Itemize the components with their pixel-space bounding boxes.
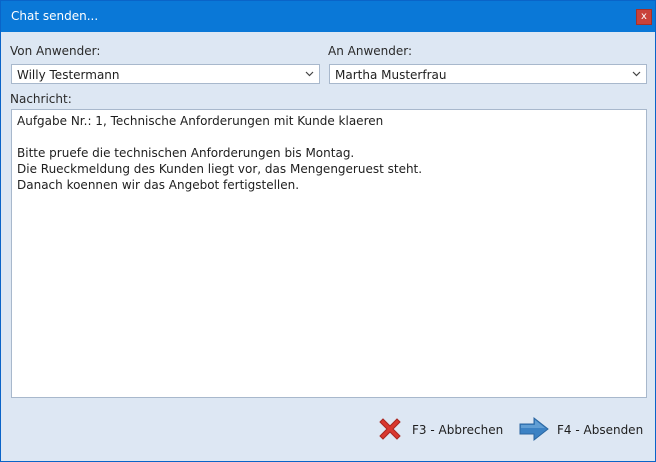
send-button-label: F4 - Absenden — [557, 423, 644, 437]
chat-dialog: Chat senden... x Von Anwender: Willy Tes… — [0, 0, 656, 462]
window-title: Chat senden... — [11, 9, 99, 23]
message-line — [17, 129, 641, 145]
to-user-value: Martha Musterfrau — [335, 68, 447, 82]
to-user-select[interactable]: Martha Musterfrau — [329, 64, 647, 84]
close-button[interactable]: x — [636, 9, 652, 25]
from-user-select[interactable]: Willy Testermann — [11, 64, 320, 84]
message-line: Die Rueckmeldung des Kunden liegt vor, d… — [17, 162, 423, 176]
from-user-value: Willy Testermann — [17, 68, 120, 82]
message-label: Nachricht: — [10, 92, 72, 106]
blue-arrow-right-icon — [519, 416, 549, 442]
chevron-down-icon — [632, 71, 641, 77]
message-textarea[interactable]: Aufgabe Nr.: 1, Technische Anforderungen… — [11, 109, 647, 398]
cancel-button-label: F3 - Abbrechen — [412, 423, 504, 437]
from-user-label: Von Anwender: — [10, 44, 101, 58]
cancel-button[interactable]: F3 - Abbrechen — [376, 415, 504, 445]
red-x-icon — [379, 418, 401, 440]
message-line: Aufgabe Nr.: 1, Technische Anforderungen… — [17, 114, 384, 128]
to-user-label: An Anwender: — [328, 44, 413, 58]
title-bar[interactable]: Chat senden... x — [1, 1, 655, 32]
send-button[interactable]: F4 - Absenden — [518, 415, 643, 445]
message-line: Bitte pruefe die technischen Anforderung… — [17, 146, 355, 160]
chevron-down-icon — [305, 71, 314, 77]
message-line: Danach koennen wir das Angebot fertigste… — [17, 178, 300, 192]
